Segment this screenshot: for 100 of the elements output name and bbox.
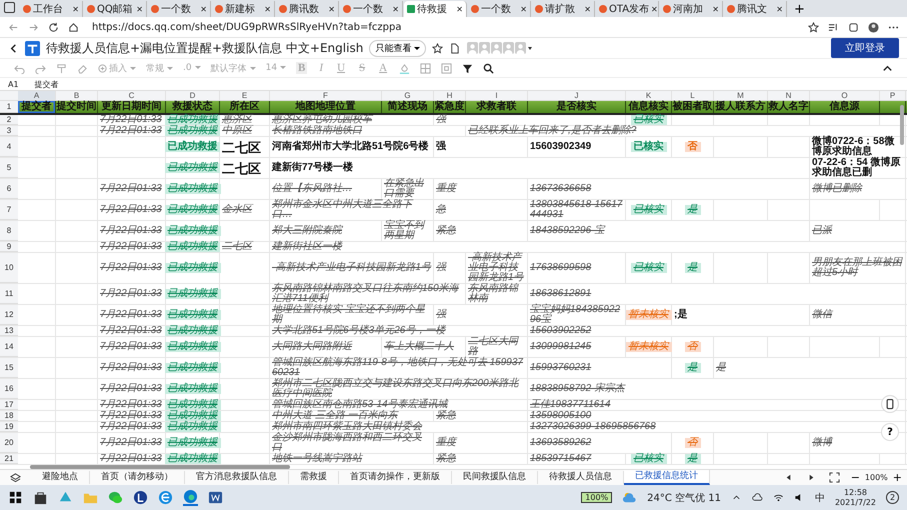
battery-indicator[interactable]: 100% [581,492,612,503]
close-tab-button[interactable]: ✕ [712,4,719,14]
horizontal-scrollbar[interactable] [30,465,290,469]
row-number[interactable]: 16 [0,379,18,399]
home-icon[interactable] [68,22,79,32]
row-number[interactable]: 17 [0,400,18,410]
input-method-indicator[interactable]: 中 [814,490,825,504]
row-number[interactable]: 15 [0,358,18,378]
column-letter[interactable]: A [18,91,56,100]
row-number[interactable]: 10 [0,253,18,283]
close-tab-button[interactable]: ✕ [136,4,143,14]
row-number[interactable]: 13 [0,326,18,336]
fill-color-icon[interactable] [399,62,410,74]
column-letter[interactable]: F [270,91,382,100]
close-tab-button[interactable]: ✕ [520,4,527,14]
zoom-out-button[interactable]: − [846,471,865,484]
column-letter[interactable]: J [528,91,626,100]
vertical-scrollbar[interactable] [900,105,904,145]
column-letter[interactable]: N [768,91,810,100]
row-number[interactable]: 1 [0,101,18,113]
avatar-icon[interactable] [868,22,879,32]
cloud-icon[interactable] [752,492,763,503]
column-letter[interactable]: H [434,91,466,100]
sheet-tab[interactable]: 首页（请勿移动） [90,471,185,484]
column-letter[interactable]: C [98,91,166,100]
column-letter[interactable]: I [466,91,528,100]
column-letter[interactable]: L [672,91,714,100]
column-letter[interactable]: M [714,91,768,100]
browser-tab[interactable]: 待救援 ✕ [404,1,467,17]
row-number[interactable]: 20 [0,433,18,453]
row-number[interactable]: 8 [0,221,18,241]
row-number[interactable]: 9 [0,242,18,252]
sheet-tab[interactable]: 民间救援队信息 [452,471,538,484]
merge-cells-icon[interactable] [441,62,452,74]
column-letter[interactable]: K [626,91,672,100]
browser-tab[interactable]: 请扩散 ✕ [532,1,595,17]
row-number[interactable]: 6 [0,179,18,199]
fit-screen-icon[interactable] [828,472,840,483]
notification-badge[interactable]: 2 [886,491,899,504]
close-tab-button[interactable]: ✕ [584,4,591,14]
browser-tab[interactable]: 一个数 ✕ [340,1,403,17]
app-circle-icon[interactable] [133,490,148,505]
sheet-tab[interactable]: 避险地点 [31,471,90,484]
column-letter[interactable]: B [56,91,98,100]
favorites-icon[interactable] [828,22,839,32]
row-number[interactable]: 5 [0,158,18,178]
word-icon[interactable] [208,490,223,505]
browser-tab[interactable]: 新建标 ✕ [212,1,275,17]
star-icon[interactable] [808,22,819,32]
close-tab-button[interactable]: ✕ [72,4,79,14]
browser-tab[interactable]: OTA发布 ✕ [596,1,659,17]
filter-icon[interactable] [462,62,474,74]
sheet-tab[interactable]: 官方消息救援队信息 [185,471,289,484]
clock-date[interactable]: 2021/7/22 [834,498,876,508]
browser-tab[interactable]: QQ邮箱 ✕ [84,1,147,17]
close-tab-button[interactable]: ✕ [392,4,399,14]
address-field[interactable]: https://docs.qq.com/sheet/DUG9pRWRsSlRyeHVn?tab=fczppa [92,22,799,32]
formula-field[interactable]: 提交者 [34,78,59,90]
column-letter[interactable]: G [382,91,434,100]
row-number[interactable]: 7 [0,200,18,220]
tab-actions-icon[interactable] [4,2,15,13]
column-letter[interactable]: P [880,91,906,100]
document-icon[interactable] [449,42,460,54]
close-tab-button[interactable]: ✕ [776,4,783,14]
reload-icon[interactable] [48,22,59,32]
row-number[interactable]: 2 [0,115,18,125]
back-icon[interactable] [8,42,19,54]
sheet-tab[interactable]: 首页请勿操作，更新版 [339,471,452,484]
close-tab-button[interactable]: ✕ [456,4,463,14]
close-tab-button[interactable]: ✕ [328,4,335,14]
row-number[interactable]: 21 [0,454,18,464]
column-letter[interactable]: D [166,91,220,100]
collections-icon[interactable] [848,22,859,32]
browser-icon[interactable] [158,490,173,505]
start-icon[interactable] [8,490,23,505]
search-icon[interactable] [483,62,494,74]
browser-tab[interactable]: 河南加 ✕ [660,1,723,17]
browser-tab[interactable]: 一个数 ✕ [148,1,211,17]
forward-icon[interactable] [28,22,39,32]
browser-tab[interactable]: 一个数 ✕ [468,1,531,17]
star-icon[interactable] [432,42,444,54]
sheet-list-icon[interactable] [10,472,21,483]
browser-tab[interactable]: 腾讯文 ✕ [724,1,787,17]
column-letter[interactable]: E [220,91,270,100]
zoom-in-button[interactable]: + [888,471,907,484]
row-number[interactable]: 14 [0,337,18,357]
store-icon[interactable] [33,490,48,505]
clock-time[interactable]: 12:58 [844,488,868,498]
close-tab-button[interactable]: ✕ [264,4,271,14]
row-number[interactable]: 4 [0,137,18,157]
new-tab-button[interactable]: + [788,2,811,17]
row-number[interactable]: 11 [0,284,18,304]
column-letter[interactable]: O [810,91,880,100]
row-number[interactable]: 3 [0,126,18,136]
row-number[interactable]: 19 [0,422,18,432]
wifi-icon[interactable] [772,492,784,503]
close-tab-button[interactable]: ✕ [200,4,207,14]
browser-tab[interactable]: 工作台 ✕ [20,1,83,17]
sheet-tab[interactable]: 已救援信息统计 [624,470,710,485]
row-number[interactable]: 18 [0,411,18,421]
